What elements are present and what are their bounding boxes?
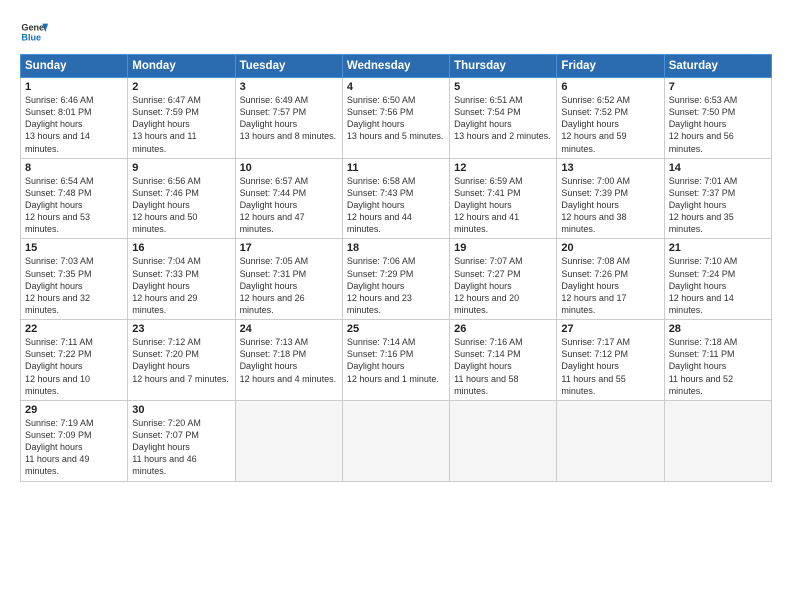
calendar-cell-8: 8Sunrise: 6:54 AMSunset: 7:48 PMDaylight… [21,158,128,239]
calendar-cell-empty [342,400,449,481]
calendar-cell-11: 11Sunrise: 6:58 AMSunset: 7:43 PMDayligh… [342,158,449,239]
calendar-cell-21: 21Sunrise: 7:10 AMSunset: 7:24 PMDayligh… [664,239,771,320]
weekday-header-thursday: Thursday [450,55,557,78]
calendar-cell-17: 17Sunrise: 7:05 AMSunset: 7:31 PMDayligh… [235,239,342,320]
weekday-header-friday: Friday [557,55,664,78]
calendar-cell-10: 10Sunrise: 6:57 AMSunset: 7:44 PMDayligh… [235,158,342,239]
calendar-cell-empty [450,400,557,481]
weekday-header-tuesday: Tuesday [235,55,342,78]
calendar-cell-15: 15Sunrise: 7:03 AMSunset: 7:35 PMDayligh… [21,239,128,320]
calendar-cell-30: 30Sunrise: 7:20 AMSunset: 7:07 PMDayligh… [128,400,235,481]
weekday-header-sunday: Sunday [21,55,128,78]
calendar-cell-6: 6Sunrise: 6:52 AMSunset: 7:52 PMDaylight… [557,78,664,159]
calendar-cell-19: 19Sunrise: 7:07 AMSunset: 7:27 PMDayligh… [450,239,557,320]
calendar-cell-18: 18Sunrise: 7:06 AMSunset: 7:29 PMDayligh… [342,239,449,320]
calendar-cell-20: 20Sunrise: 7:08 AMSunset: 7:26 PMDayligh… [557,239,664,320]
calendar-cell-12: 12Sunrise: 6:59 AMSunset: 7:41 PMDayligh… [450,158,557,239]
calendar-cell-24: 24Sunrise: 7:13 AMSunset: 7:18 PMDayligh… [235,320,342,401]
calendar-cell-2: 2Sunrise: 6:47 AMSunset: 7:59 PMDaylight… [128,78,235,159]
calendar-cell-3: 3Sunrise: 6:49 AMSunset: 7:57 PMDaylight… [235,78,342,159]
calendar-cell-5: 5Sunrise: 6:51 AMSunset: 7:54 PMDaylight… [450,78,557,159]
weekday-header-saturday: Saturday [664,55,771,78]
calendar-cell-28: 28Sunrise: 7:18 AMSunset: 7:11 PMDayligh… [664,320,771,401]
calendar-cell-25: 25Sunrise: 7:14 AMSunset: 7:16 PMDayligh… [342,320,449,401]
calendar-cell-1: 1Sunrise: 6:46 AMSunset: 8:01 PMDaylight… [21,78,128,159]
weekday-header-wednesday: Wednesday [342,55,449,78]
svg-text:Blue: Blue [21,32,41,42]
logo: General Blue [20,18,52,46]
calendar-cell-26: 26Sunrise: 7:16 AMSunset: 7:14 PMDayligh… [450,320,557,401]
calendar-cell-empty [664,400,771,481]
calendar-cell-9: 9Sunrise: 6:56 AMSunset: 7:46 PMDaylight… [128,158,235,239]
calendar-cell-29: 29Sunrise: 7:19 AMSunset: 7:09 PMDayligh… [21,400,128,481]
calendar-cell-23: 23Sunrise: 7:12 AMSunset: 7:20 PMDayligh… [128,320,235,401]
calendar-cell-14: 14Sunrise: 7:01 AMSunset: 7:37 PMDayligh… [664,158,771,239]
calendar-cell-22: 22Sunrise: 7:11 AMSunset: 7:22 PMDayligh… [21,320,128,401]
calendar-cell-16: 16Sunrise: 7:04 AMSunset: 7:33 PMDayligh… [128,239,235,320]
calendar-cell-13: 13Sunrise: 7:00 AMSunset: 7:39 PMDayligh… [557,158,664,239]
calendar-cell-4: 4Sunrise: 6:50 AMSunset: 7:56 PMDaylight… [342,78,449,159]
calendar-cell-27: 27Sunrise: 7:17 AMSunset: 7:12 PMDayligh… [557,320,664,401]
calendar-cell-empty [557,400,664,481]
calendar-table: SundayMondayTuesdayWednesdayThursdayFrid… [20,54,772,482]
calendar-cell-7: 7Sunrise: 6:53 AMSunset: 7:50 PMDaylight… [664,78,771,159]
calendar-cell-empty [235,400,342,481]
weekday-header-monday: Monday [128,55,235,78]
